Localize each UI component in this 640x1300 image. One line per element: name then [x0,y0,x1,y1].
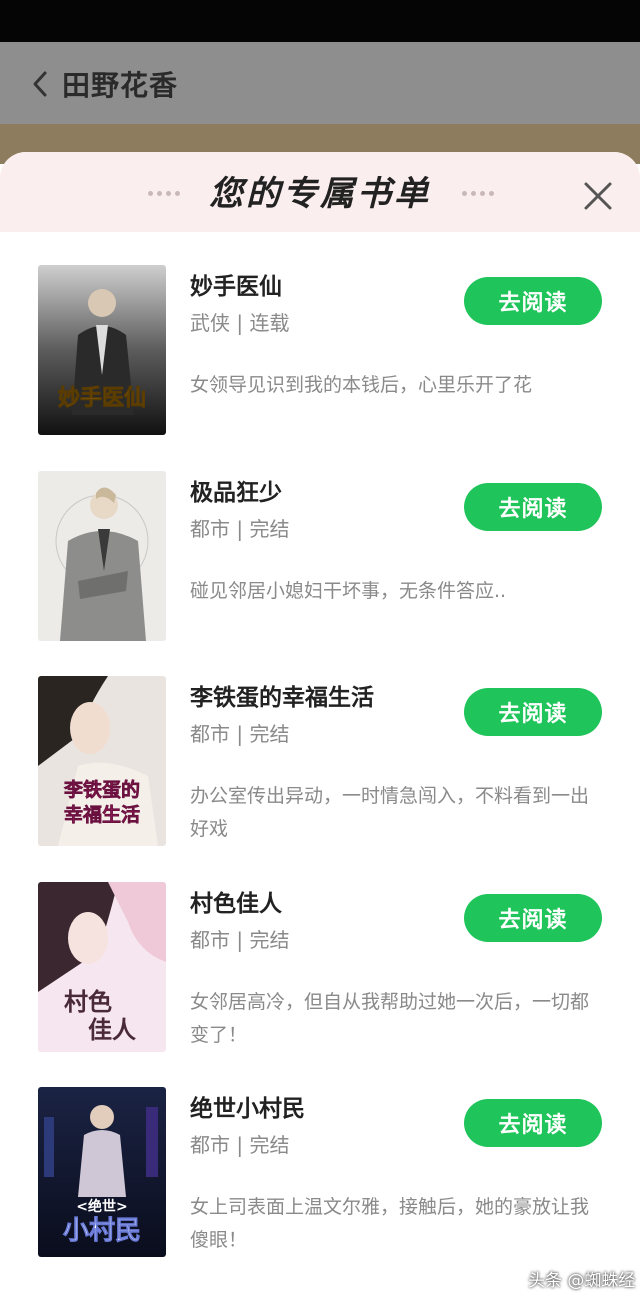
svg-text:幸福生活: 幸福生活 [64,803,140,826]
book-title: 村色佳人 [190,891,282,917]
book-cover[interactable]: <绝世> 小村民 [38,1087,166,1257]
book-status: 完结 [249,1133,290,1157]
cover-text: 村色 [64,988,112,1016]
book-description: 女邻居高冷，但自从我帮助过她一次后，一切都变了！ [190,991,590,1046]
book-meta: 武侠 | 连载 [190,311,290,335]
book-item[interactable]: 极品狂少 都市 | 完结 去阅读 碰见邻居小媳妇干坏事，无条件答应.. [0,471,640,651]
read-button[interactable]: 去阅读 [464,1099,602,1147]
book-description: 碰见邻居小媳妇干坏事，无条件答应.. [190,580,507,602]
decor-dots-right [462,191,498,197]
book-title: 绝世小村民 [190,1096,305,1122]
book-status: 完结 [249,928,290,952]
read-button[interactable]: 去阅读 [464,688,602,736]
book-status: 完结 [249,722,290,746]
book-title: 极品狂少 [190,480,282,506]
book-cover[interactable] [38,471,166,641]
book-title: 李铁蛋的幸福生活 [190,685,374,711]
book-meta: 都市 | 完结 [190,928,290,952]
book-meta: 都市 | 完结 [190,517,290,541]
close-icon[interactable] [580,178,616,214]
cover-text: <绝世> [76,1198,127,1215]
back-icon[interactable] [28,70,54,98]
read-button[interactable]: 去阅读 [464,894,602,942]
read-button[interactable]: 去阅读 [464,483,602,531]
sheet-title: 您的专属书单 [209,174,431,214]
book-description: 办公室传出异动，一时情急闯入，不料看到一出好戏 [190,785,590,840]
book-status: 连载 [249,311,290,335]
watermark: 头条 @蜘蛛经 [528,1271,636,1291]
book-list-sheet: 您的专属书单 妙手医仙 妙手医仙 武侠 | 连载 去阅读 女领导见识到我的本钱后… [0,152,640,1300]
svg-text:佳人: 佳人 [88,1016,136,1044]
book-item[interactable]: 村色 佳人 村色佳人 都市 | 完结 去阅读 女邻居高冷，但自从我帮助过她一次后… [0,882,640,1062]
cover-text: 妙手医仙 [58,385,146,411]
book-category: 都市 [190,1133,230,1157]
book-item[interactable]: 李铁蛋的 幸福生活 李铁蛋的幸福生活 都市 | 完结 去阅读 办公室传出异动，一… [0,676,640,856]
book-meta: 都市 | 完结 [190,1133,290,1157]
sheet-header: 您的专属书单 [0,152,640,232]
book-title: 妙手医仙 [190,274,282,300]
status-bar [0,0,640,42]
svg-text:小村民: 小村民 [63,1216,141,1246]
book-description: 女上司表面上温文尔雅，接触后，她的豪放让我傻眼！ [190,1196,590,1251]
book-cover[interactable]: 妙手医仙 [38,265,166,435]
cover-text: 李铁蛋的 [63,778,140,801]
book-item[interactable]: 妙手医仙 妙手医仙 武侠 | 连载 去阅读 女领导见识到我的本钱后，心里乐开了花 [0,265,640,445]
read-button[interactable]: 去阅读 [464,277,602,325]
book-cover[interactable]: 村色 佳人 [38,882,166,1052]
book-meta: 都市 | 完结 [190,722,290,746]
book-status: 完结 [249,517,290,541]
book-category: 都市 [190,517,230,541]
page-title: 田野花香 [62,69,179,102]
book-description: 女领导见识到我的本钱后，心里乐开了花 [190,374,533,396]
book-category: 都市 [190,928,230,952]
book-cover[interactable]: 李铁蛋的 幸福生活 [38,676,166,846]
book-category: 都市 [190,722,230,746]
book-category: 武侠 [190,311,230,335]
book-item[interactable]: <绝世> 小村民 绝世小村民 都市 | 完结 去阅读 女上司表面上温文尔雅，接触… [0,1087,640,1267]
